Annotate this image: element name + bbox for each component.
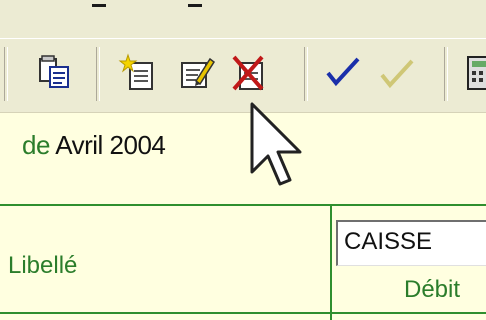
debit-column-header: Débit [404,276,461,303]
new-record-button[interactable] [118,51,162,95]
paste-button[interactable] [32,51,76,95]
toolbar-separator [444,47,448,101]
period-prefix: de [22,130,50,160]
period-value: Avril 2004 [55,130,166,160]
mouse-cursor-icon [250,102,302,186]
calculator-icon [467,56,486,90]
toolbar-separator [304,47,308,101]
app-window: de Avril 2004 Libellé CAISSE Débit [0,0,486,320]
validate-icon [326,57,360,87]
menubar [0,0,486,28]
libelle-column-header: Libellé [8,252,78,279]
menubar-mark [92,4,106,7]
toolbar-separator [4,47,8,101]
validate-disabled-button[interactable] [376,51,420,95]
account-field[interactable]: CAISSE [336,220,486,266]
toolbar [0,38,486,111]
edit-record-icon [181,57,216,88]
period-label: de Avril 2004 [22,130,166,161]
validate-button[interactable] [322,51,366,95]
grid-column-divider [330,204,332,320]
edit-record-button[interactable] [174,51,218,95]
delete-record-icon [232,55,264,91]
toolbar-separator [96,47,100,101]
delete-record-button[interactable] [228,51,272,95]
paste-icon [39,55,69,88]
new-record-icon [118,53,153,90]
calculator-button[interactable] [462,51,486,95]
grid-row-divider [0,312,486,314]
validate-disabled-icon [380,59,414,89]
menubar-mark [188,4,202,7]
